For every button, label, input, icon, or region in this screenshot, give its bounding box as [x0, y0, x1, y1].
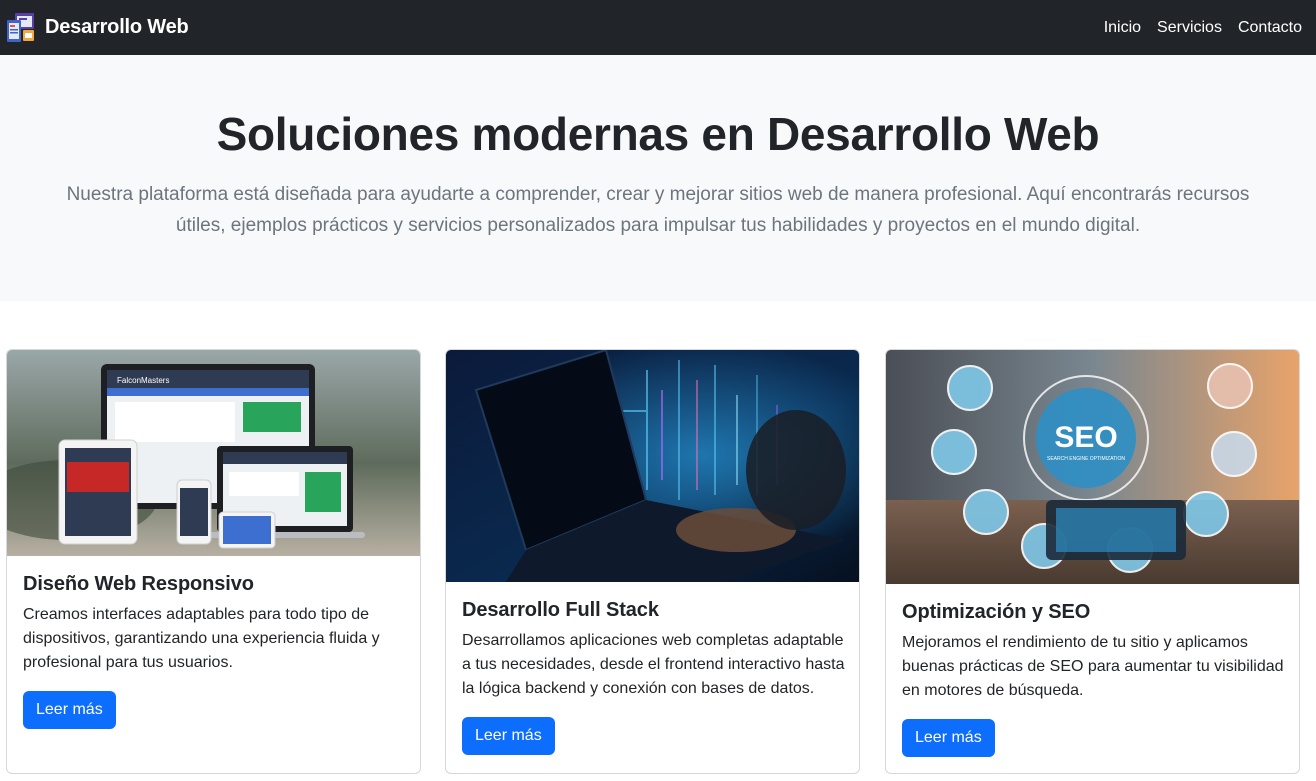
hero-lead: Nuestra plataforma está diseñada para ay… — [66, 184, 1250, 236]
nav-links: Inicio Servicios Contacto — [1104, 19, 1302, 37]
nav-link-inicio[interactable]: Inicio — [1104, 19, 1141, 37]
card-title: Diseño Web Responsivo — [23, 573, 254, 595]
brand-name: Desarrollo Web — [45, 16, 189, 38]
navbar: Desarrollo Web Inicio Servicios Contacto — [0, 0, 1316, 55]
laptop-code-image — [446, 350, 859, 582]
card-image-fullstack — [446, 350, 859, 582]
hero-title: Soluciones modernas en Desarrollo Web — [216, 108, 1100, 160]
card-image-seo: SEO SEARCH ENGINE OPTIMIZATION — [886, 350, 1299, 584]
card-image-responsive: FalconMasters — [7, 350, 420, 556]
brand[interactable]: Desarrollo Web — [6, 12, 189, 44]
leer-mas-button[interactable]: Leer más — [23, 691, 116, 729]
leer-mas-button[interactable]: Leer más — [902, 719, 995, 757]
card-text: Desarrollamos aplicaciones web completas… — [462, 632, 845, 697]
seo-label: SEO — [1054, 421, 1117, 454]
responsive-devices-image: FalconMasters — [7, 350, 420, 556]
monitor-label: FalconMasters — [117, 376, 169, 385]
card-title: Optimización y SEO — [902, 601, 1091, 623]
card-text: Mejoramos el rendimiento de tu sitio y a… — [902, 634, 1284, 699]
nav-link-contacto[interactable]: Contacto — [1238, 19, 1302, 37]
hero-section: Soluciones modernas en Desarrollo Web Nu… — [0, 55, 1316, 301]
leer-mas-button[interactable]: Leer más — [462, 717, 555, 755]
web-pages-icon — [7, 12, 34, 42]
seo-sublabel: SEARCH ENGINE OPTIMIZATION — [1047, 456, 1125, 462]
card-responsive-design: FalconMasters Diseño Web Responsivo Crea… — [6, 349, 421, 774]
card-seo: SEO SEARCH ENGINE OPTIMIZATION Optimizac… — [885, 349, 1300, 774]
card-text: Creamos interfaces adaptables para todo … — [23, 606, 380, 671]
nav-link-servicios[interactable]: Servicios — [1157, 19, 1222, 37]
seo-icons-image: SEO SEARCH ENGINE OPTIMIZATION — [886, 350, 1299, 584]
card-title: Desarrollo Full Stack — [462, 599, 659, 621]
card-full-stack: Desarrollo Full Stack Desarrollamos apli… — [445, 349, 860, 774]
